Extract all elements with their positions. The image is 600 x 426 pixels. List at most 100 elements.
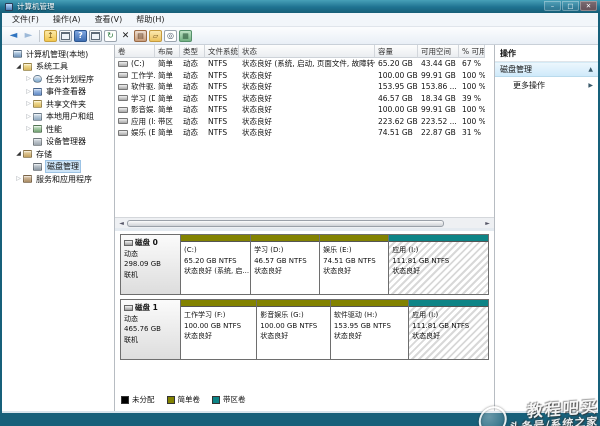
menu-item-help[interactable]: 帮助(H) bbox=[129, 14, 171, 26]
volume-cell: 动态 bbox=[183, 93, 198, 103]
refresh-icon[interactable]: ↻ bbox=[104, 29, 117, 42]
scroll-right-arrow-icon[interactable]: ► bbox=[482, 220, 493, 227]
tree-item-shared-folders[interactable]: ▷ 共享文件夹 bbox=[2, 98, 114, 111]
column-header-type[interactable]: 类型 bbox=[180, 45, 205, 58]
volume-disk-icon bbox=[118, 106, 128, 113]
partition-g[interactable]: 影音娱乐 (G:) 100.00 GB NTFS 状态良好 bbox=[256, 300, 330, 359]
partition-i[interactable]: 应用 (I:) 111.81 GB NTFS 状态良好 bbox=[408, 300, 488, 359]
collapsed-arrow-icon[interactable]: ▷ bbox=[24, 113, 33, 120]
column-header-free-space[interactable]: 可用空间 bbox=[418, 45, 459, 58]
actions-group-label: 磁盘管理 bbox=[500, 65, 532, 74]
expanded-arrow-icon[interactable]: ◢ bbox=[14, 63, 23, 70]
partition-info: 应用 (I:) 111.81 GB NTFS 状态良好 bbox=[409, 307, 488, 359]
minimize-button[interactable]: – bbox=[544, 1, 561, 11]
partition-f[interactable]: 工作学习 (F:) 100.00 GB NTFS 状态良好 bbox=[181, 300, 257, 359]
tree-item-label: 设备管理器 bbox=[46, 137, 86, 147]
volume-row-app-i[interactable]: 应用 (I:)带区动态 NTFS 状态良好 223.62 GB223.52 ... 10… bbox=[115, 116, 494, 128]
volume-cell: 22.87 GB bbox=[421, 128, 456, 138]
maximize-button[interactable]: □ bbox=[562, 1, 579, 11]
tree-item-label: 存储 bbox=[36, 149, 52, 159]
volume-row-study-d[interactable]: 学习 (D:)简单动态 NTFS 状态良好 46.57 GB 18.34 GB 39 % bbox=[115, 93, 494, 105]
partition-status: 状态良好 bbox=[323, 267, 352, 275]
collapsed-arrow-icon[interactable]: ▷ bbox=[14, 176, 23, 182]
export-list-icon[interactable]: ↥ bbox=[44, 29, 57, 42]
disk-status: 联机 bbox=[124, 271, 138, 280]
collapsed-arrow-icon[interactable]: ▷ bbox=[24, 88, 33, 95]
properties-icon[interactable]: ▤ bbox=[134, 29, 147, 42]
volume-row-work-study-f[interactable]: 工作学...简单动态 NTFS 状态良好 100.00 GB99.91 GB 100 % bbox=[115, 70, 494, 82]
partition-c[interactable]: (C:) 65.20 GB NTFS 状态良好 (系统, 启... bbox=[181, 235, 251, 294]
column-header-percent-free[interactable]: % 可用 bbox=[459, 45, 485, 58]
menu-item-action[interactable]: 操作(A) bbox=[46, 14, 88, 26]
forward-icon[interactable]: ► bbox=[22, 30, 35, 42]
tree-item-disk-management[interactable]: 磁盘管理 bbox=[2, 160, 114, 174]
expanded-arrow-icon[interactable]: ◢ bbox=[14, 151, 23, 157]
disk-0-label[interactable]: 磁盘 0 动态 298.09 GB 联机 bbox=[121, 235, 181, 294]
partition-h[interactable]: 软件驱动 (H:) 153.95 GB NTFS 状态良好 bbox=[329, 300, 409, 359]
simple-volume-color-band bbox=[330, 300, 409, 307]
show-console-tree-icon[interactable] bbox=[59, 29, 72, 42]
column-header-capacity[interactable]: 容量 bbox=[375, 45, 418, 58]
tree-item-system-tools[interactable]: ◢ 系统工具 bbox=[2, 61, 114, 74]
close-button[interactable]: ✕ bbox=[580, 1, 597, 11]
more-actions-item[interactable]: 更多操作 ▶ bbox=[495, 77, 598, 94]
tree-item-label: 共享文件夹 bbox=[46, 99, 86, 109]
settings-icon[interactable]: ▦ bbox=[179, 29, 192, 42]
tree-item-storage[interactable]: ◢ 存储 bbox=[2, 148, 114, 161]
column-header-file-system[interactable]: 文件系统 bbox=[205, 45, 239, 58]
volume-cell: 学习 (D:) bbox=[115, 93, 155, 105]
tree-item-local-users-groups[interactable]: ▷ 本地用户和组 bbox=[2, 111, 114, 124]
actions-panel: 操作 磁盘管理 ▲ 更多操作 ▶ bbox=[494, 45, 598, 411]
performance-icon bbox=[33, 125, 42, 134]
partition-e[interactable]: 娱乐 (E:) 74.51 GB NTFS 状态良好 bbox=[319, 235, 389, 294]
volume-disk-icon bbox=[118, 60, 128, 67]
tree-item-computer-management-local[interactable]: 计算机管理(本地) bbox=[2, 48, 114, 61]
horizontal-scrollbar[interactable]: ◄ ► bbox=[115, 217, 494, 228]
tree-item-device-manager[interactable]: 设备管理器 bbox=[2, 136, 114, 149]
column-header-layout[interactable]: 布局 bbox=[155, 45, 180, 58]
volume-cell: NTFS bbox=[208, 59, 228, 69]
actions-group-disk-management[interactable]: 磁盘管理 ▲ bbox=[495, 62, 598, 77]
volume-cell: 状态良好 bbox=[242, 70, 272, 80]
column-header-volume[interactable]: 卷 bbox=[115, 45, 155, 58]
scrollbar-thumb[interactable] bbox=[127, 219, 444, 227]
collapsed-arrow-icon[interactable]: ▷ bbox=[24, 126, 33, 132]
scroll-left-arrow-icon[interactable]: ◄ bbox=[116, 220, 127, 227]
tree-item-services-applications[interactable]: ▷ 服务和应用程序 bbox=[2, 173, 114, 186]
partition-info: 娱乐 (E:) 74.51 GB NTFS 状态良好 bbox=[320, 242, 389, 294]
volume-row-entertainment-e[interactable]: 娱乐 (E:)简单动态 NTFS 状态良好 74.51 GB 22.87 GB 31 % bbox=[115, 127, 494, 139]
partition-i[interactable]: 应用 (I:) 111.81 GB NTFS 状态良好 bbox=[388, 235, 488, 294]
console-window-icon[interactable] bbox=[89, 29, 102, 42]
partition-d[interactable]: 学习 (D:) 46.57 GB NTFS 状态良好 bbox=[250, 235, 320, 294]
title-bar[interactable]: 计算机管理 – □ ✕ bbox=[0, 0, 600, 13]
volume-cell: 100.00 GB bbox=[378, 70, 418, 80]
disk-1-label[interactable]: 磁盘 1 动态 465.76 GB 联机 bbox=[121, 300, 181, 359]
disk-type: 动态 bbox=[124, 314, 138, 323]
volume-cell: NTFS bbox=[208, 82, 228, 92]
menu-item-file[interactable]: 文件(F) bbox=[5, 14, 46, 26]
tree-item-task-scheduler[interactable]: ▷ 任务计划程序 bbox=[2, 73, 114, 86]
collapse-arrow-icon[interactable]: ▲ bbox=[588, 66, 593, 73]
volume-cell: 动态 bbox=[183, 70, 198, 80]
collapsed-arrow-icon[interactable]: ▷ bbox=[24, 76, 33, 82]
collapsed-arrow-icon[interactable]: ▷ bbox=[24, 101, 33, 107]
volume-cell: 状态良好 bbox=[242, 82, 272, 92]
open-icon[interactable]: ▱ bbox=[149, 29, 162, 42]
tree-item-performance[interactable]: ▷ 性能 bbox=[2, 123, 114, 136]
menu-item-view[interactable]: 查看(V) bbox=[88, 14, 130, 26]
striped-volume-color-band bbox=[409, 300, 488, 307]
volume-cell: 状态良好 bbox=[242, 93, 272, 103]
back-icon[interactable]: ◄ bbox=[7, 30, 20, 42]
volume-row-c[interactable]: (C:) 简单 动态 NTFS 状态良好 (系统, 启动, 页面文件, 故障转储) 65.… bbox=[115, 58, 494, 70]
partition-size: 100.00 GB NTFS bbox=[260, 321, 318, 330]
help-icon[interactable]: ? bbox=[74, 29, 87, 42]
window-controls: – □ ✕ bbox=[544, 1, 597, 11]
column-header-status[interactable]: 状态 bbox=[239, 45, 375, 58]
search-icon[interactable]: ◎ bbox=[164, 29, 177, 42]
more-actions-label: 更多操作 bbox=[513, 81, 545, 90]
volume-row-software-drive-h[interactable]: 软件驱...简单动态 NTFS 状态良好 153.95 GB153.86 ... 100… bbox=[115, 81, 494, 93]
volume-row-media-g[interactable]: 影音娱...简单动态 NTFS 状态良好 100.00 GB99.91 GB 100 % bbox=[115, 104, 494, 116]
delete-volume-icon[interactable]: ✕ bbox=[119, 30, 132, 42]
tree-item-event-viewer[interactable]: ▷ 事件查看器 bbox=[2, 86, 114, 99]
volume-cell: 软件驱... bbox=[115, 81, 155, 93]
